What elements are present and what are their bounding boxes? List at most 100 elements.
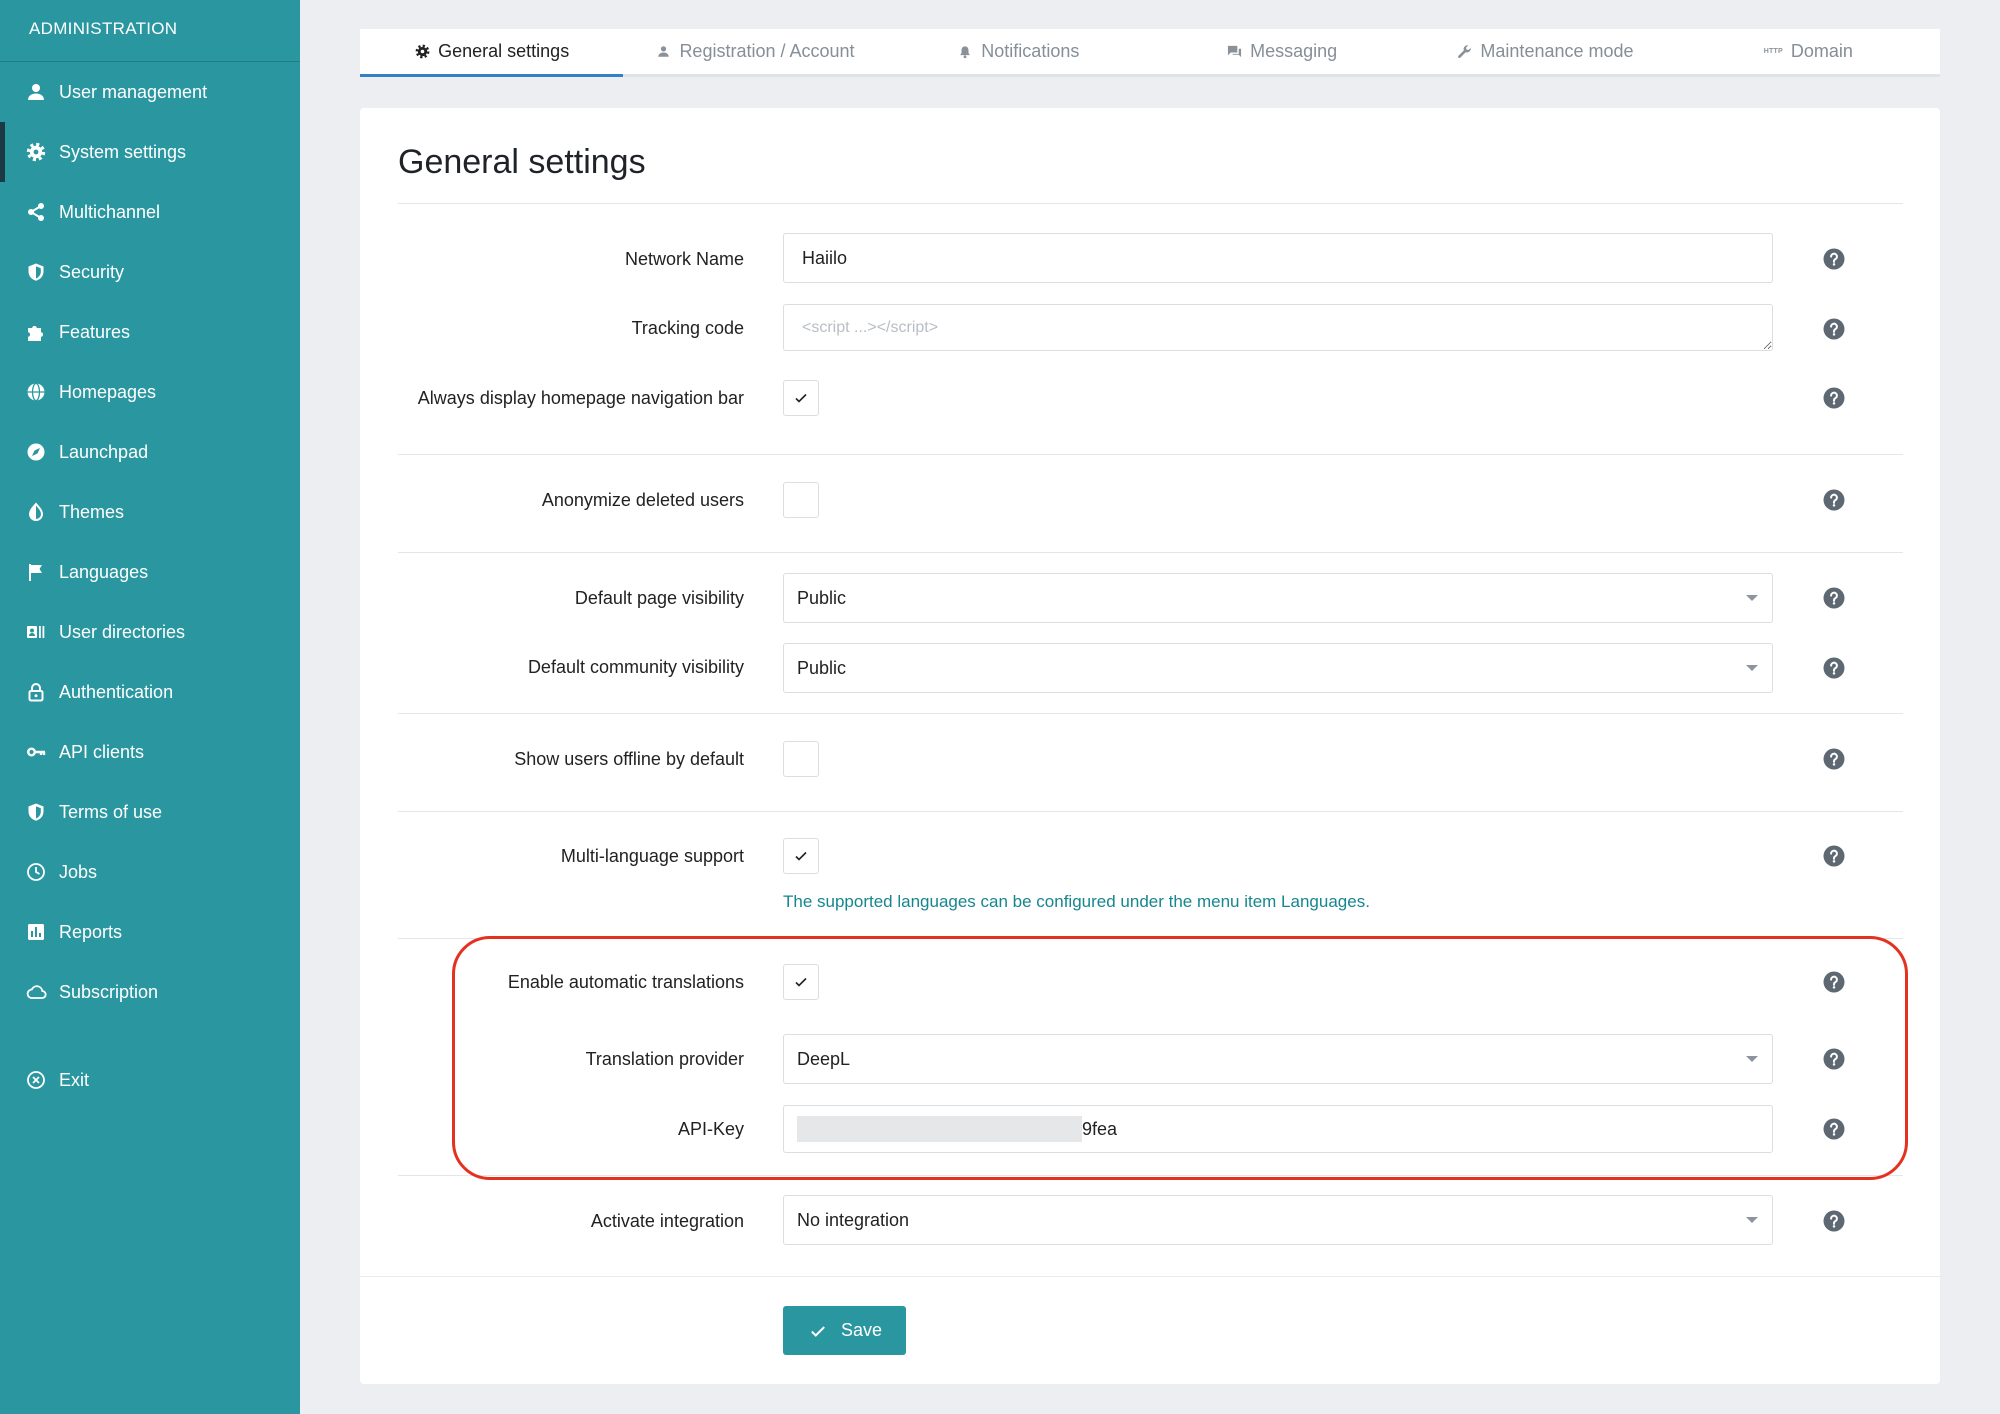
- http-icon: HTTP: [1763, 48, 1783, 55]
- help-icon[interactable]: [1823, 248, 1845, 270]
- sidebar-item-multichannel[interactable]: Multichannel: [0, 182, 300, 242]
- tab-domain[interactable]: HTTP Domain: [1677, 29, 1940, 74]
- help-icon[interactable]: [1823, 318, 1845, 340]
- sidebar-item-label: Launchpad: [59, 441, 149, 462]
- help-icon[interactable]: [1823, 489, 1845, 511]
- chevron-down-icon: [1746, 1217, 1758, 1223]
- help-icon[interactable]: [1823, 1048, 1845, 1070]
- help-icon[interactable]: [1823, 387, 1845, 409]
- select-value: Public: [797, 588, 847, 608]
- checkmark-icon: [795, 851, 807, 861]
- default-community-visibility-select[interactable]: Public: [783, 643, 1773, 693]
- lock-icon: [25, 681, 47, 703]
- network-name-input[interactable]: [783, 233, 1773, 283]
- sidebar-exit-section: Exit: [0, 1050, 300, 1110]
- user-icon: [655, 44, 671, 60]
- section-divider: [398, 1175, 1903, 1176]
- languages-hint-link[interactable]: The supported languages can be configure…: [783, 890, 1370, 914]
- section-divider: [398, 552, 1903, 553]
- sidebar-item-label: System settings: [59, 141, 187, 162]
- enable-auto-translations-label: Enable automatic translations: [507, 972, 744, 992]
- translation-provider-select[interactable]: DeepL: [783, 1034, 1773, 1084]
- help-icon[interactable]: [1823, 1118, 1845, 1140]
- activate-integration-select[interactable]: No integration: [783, 1195, 1773, 1245]
- checkmark-icon: [809, 1322, 827, 1340]
- sidebar-item-api-clients[interactable]: API clients: [0, 722, 300, 782]
- select-value: No integration: [797, 1210, 910, 1230]
- chevron-down-icon: [1746, 665, 1758, 671]
- sidebar-item-label: Security: [59, 261, 125, 282]
- sidebar-item-terms-of-use[interactable]: Terms of use: [0, 782, 300, 842]
- default-page-visibility-label: Default page visibility: [574, 588, 744, 608]
- help-icon[interactable]: [1823, 1210, 1845, 1232]
- gear-icon: [25, 141, 47, 163]
- default-page-visibility-select[interactable]: Public: [783, 573, 1773, 623]
- sidebar-item-launchpad[interactable]: Launchpad: [0, 422, 300, 482]
- sidebar-item-security[interactable]: Security: [0, 242, 300, 302]
- user-icon: [25, 81, 47, 103]
- sidebar-item-label: Homepages: [59, 381, 157, 402]
- sidebar-item-themes[interactable]: Themes: [0, 482, 300, 542]
- translation-provider-label: Translation provider: [585, 1049, 744, 1069]
- help-icon[interactable]: [1823, 748, 1845, 770]
- api-key-input[interactable]: 9fea: [783, 1105, 1773, 1153]
- sidebar-item-reports[interactable]: Reports: [0, 902, 300, 962]
- anonymize-deleted-users-label: Anonymize deleted users: [541, 490, 744, 510]
- show-users-offline-checkbox[interactable]: [783, 741, 819, 777]
- title-divider: [398, 203, 1903, 204]
- cloud-icon: [25, 981, 47, 1003]
- help-icon[interactable]: [1823, 845, 1845, 867]
- section-divider: [398, 713, 1903, 714]
- exit-icon: [25, 1069, 47, 1091]
- sidebar-item-jobs[interactable]: Jobs: [0, 842, 300, 902]
- tracking-code-textarea[interactable]: [783, 304, 1773, 351]
- tab-general-settings[interactable]: General settings: [360, 29, 624, 77]
- settings-card: General settings Network Name Tracking c…: [360, 108, 1940, 1384]
- sidebar-item-label: Themes: [59, 501, 125, 522]
- tab-label: Maintenance mode: [1480, 41, 1634, 61]
- sidebar-item-user-directories[interactable]: User directories: [0, 602, 300, 662]
- tab-registration-account[interactable]: Registration / Account: [623, 29, 886, 74]
- sidebar-item-label: Features: [59, 321, 131, 342]
- help-icon[interactable]: [1823, 587, 1845, 609]
- globe-icon: [25, 381, 47, 403]
- sidebar-item-authentication[interactable]: Authentication: [0, 662, 300, 722]
- sidebar-item-features[interactable]: Features: [0, 302, 300, 362]
- key-icon: [25, 741, 47, 763]
- sidebar-nav: User management System settings Multicha…: [0, 62, 300, 1022]
- activate-integration-label: Activate integration: [590, 1211, 744, 1231]
- chevron-down-icon: [1746, 1056, 1758, 1062]
- tab-notifications[interactable]: Notifications: [887, 29, 1150, 74]
- tab-label: Domain: [1790, 41, 1853, 61]
- tab-maintenance-mode[interactable]: Maintenance mode: [1413, 29, 1676, 74]
- multi-language-support-label: Multi-language support: [560, 846, 744, 866]
- tab-label: Notifications: [981, 41, 1080, 61]
- sidebar-item-label: Multichannel: [59, 201, 161, 222]
- save-button[interactable]: Save: [783, 1306, 906, 1355]
- tab-messaging[interactable]: Messaging: [1150, 29, 1413, 74]
- sidebar-item-label: API clients: [59, 741, 145, 762]
- multi-language-support-checkbox[interactable]: [783, 838, 819, 874]
- api-key-label: API-Key: [677, 1119, 744, 1139]
- footer-divider: [360, 1276, 1940, 1277]
- sidebar-item-user-management[interactable]: User management: [0, 62, 300, 122]
- help-icon[interactable]: [1823, 971, 1845, 993]
- always-display-nav-checkbox[interactable]: [783, 380, 819, 416]
- sidebar-item-label: Reports: [59, 921, 123, 942]
- sidebar-item-subscription[interactable]: Subscription: [0, 962, 300, 1022]
- default-community-visibility-label: Default community visibility: [527, 657, 744, 677]
- sidebar-item-exit[interactable]: Exit: [0, 1050, 300, 1110]
- sidebar-header: ADMINISTRATION: [29, 19, 178, 38]
- sidebar-item-languages[interactable]: Languages: [0, 542, 300, 602]
- enable-auto-translations-checkbox[interactable]: [783, 964, 819, 1000]
- help-icon[interactable]: [1823, 657, 1845, 679]
- shield-icon: [25, 801, 47, 823]
- checkmark-icon: [795, 977, 807, 987]
- sidebar-item-system-settings[interactable]: System settings: [0, 122, 300, 182]
- anonymize-deleted-users-checkbox[interactable]: [783, 482, 819, 518]
- tab-label: Messaging: [1250, 41, 1338, 61]
- sidebar-item-label: Jobs: [59, 861, 98, 882]
- gear-icon: [414, 44, 430, 60]
- select-value: DeepL: [797, 1049, 851, 1069]
- sidebar-item-homepages[interactable]: Homepages: [0, 362, 300, 422]
